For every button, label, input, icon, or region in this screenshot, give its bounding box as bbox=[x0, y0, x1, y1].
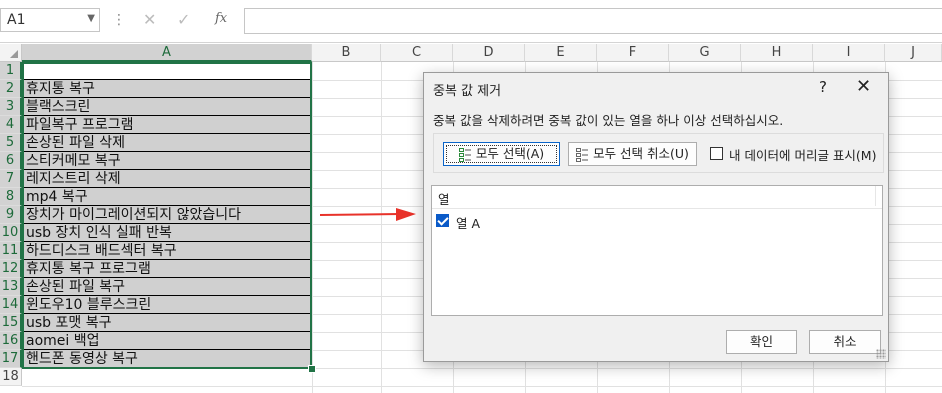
row-header-2[interactable]: 2 bbox=[0, 80, 22, 98]
row-header-8[interactable]: 8 bbox=[0, 188, 22, 206]
row-header-4[interactable]: 4 bbox=[0, 116, 22, 134]
cell-a11[interactable]: 하드디스크 배드섹터 복구 bbox=[22, 242, 312, 260]
cell-a13[interactable]: 손상된 파일 복구 bbox=[22, 278, 312, 296]
row-header-18[interactable]: 18 bbox=[0, 368, 22, 386]
unselect-all-icon bbox=[576, 147, 589, 162]
dialog-title: 중복 값 제거 bbox=[433, 84, 502, 99]
cell-a5[interactable]: 손상된 파일 삭제 bbox=[22, 134, 312, 152]
cell-a2[interactable]: 휴지통 복구 bbox=[22, 80, 312, 98]
cell-a6[interactable]: 스티커메모 복구 bbox=[22, 152, 312, 170]
column-header-c[interactable]: C bbox=[381, 44, 453, 62]
row-header-3[interactable]: 3 bbox=[0, 98, 22, 116]
annotation-arrow-icon bbox=[320, 208, 416, 221]
cell-a8[interactable]: mp4 복구 bbox=[22, 188, 312, 206]
cell-a3[interactable]: 블랙스크린 bbox=[22, 98, 312, 116]
fill-handle[interactable] bbox=[308, 365, 316, 373]
cell-a4[interactable]: 파일복구 프로그램 bbox=[22, 116, 312, 134]
column-header-j[interactable]: J bbox=[885, 44, 942, 62]
columns-list-header: 열 bbox=[432, 186, 882, 209]
formula-bar: A1 ▼ ⋮ ✕ ✓ fx bbox=[0, 0, 942, 43]
column-header-f[interactable]: F bbox=[597, 44, 669, 62]
row-header-12[interactable]: 12 bbox=[0, 260, 22, 278]
unselect-all-label: 모두 선택 취소(U) bbox=[593, 146, 689, 161]
row-header-9[interactable]: 9 bbox=[0, 206, 22, 224]
remove-duplicates-dialog: 중복 값 제거 ? ✕ 중복 값을 삭제하려면 중복 값이 있는 열을 하나 이… bbox=[423, 72, 889, 362]
select-all-label: 모두 선택(A) bbox=[475, 146, 545, 161]
drag-handle-icon[interactable]: ⋮ bbox=[112, 12, 126, 28]
cell-a15[interactable]: usb 포맷 복구 bbox=[22, 314, 312, 332]
select-all-corner[interactable] bbox=[0, 44, 22, 62]
cell-a16[interactable]: aomei 백업 bbox=[22, 332, 312, 350]
enter-check-icon[interactable]: ✓ bbox=[177, 10, 190, 29]
formula-input[interactable] bbox=[244, 8, 942, 34]
row-header-1[interactable]: 1 bbox=[0, 62, 22, 80]
row-header-5[interactable]: 5 bbox=[0, 134, 22, 152]
insert-function-icon[interactable]: fx bbox=[215, 11, 227, 26]
row-header-17[interactable]: 17 bbox=[0, 350, 22, 368]
row-header-6[interactable]: 6 bbox=[0, 152, 22, 170]
row-header-15[interactable]: 15 bbox=[0, 314, 22, 332]
unselect-all-button[interactable]: 모두 선택 취소(U) bbox=[568, 142, 697, 166]
column-header-d[interactable]: D bbox=[453, 44, 525, 62]
help-icon[interactable]: ? bbox=[819, 78, 827, 96]
selection-controls-group: 모두 선택(A) 모두 선택 취소(U) 내 데이터에 머리글 표시(M) bbox=[433, 133, 884, 173]
list-header-divider bbox=[875, 186, 882, 206]
column-a-checkbox[interactable] bbox=[436, 214, 449, 227]
headers-checkbox[interactable] bbox=[710, 147, 723, 160]
row-header-13[interactable]: 13 bbox=[0, 278, 22, 296]
ok-button[interactable]: 확인 bbox=[726, 330, 797, 354]
cell-a10[interactable]: usb 장치 인식 실패 반복 bbox=[22, 224, 312, 242]
column-header-g[interactable]: G bbox=[669, 44, 741, 62]
close-icon[interactable]: ✕ bbox=[856, 76, 871, 97]
cell-a7[interactable]: 레지스트리 삭제 bbox=[22, 170, 312, 188]
chevron-down-icon[interactable]: ▼ bbox=[87, 13, 95, 24]
column-header-h[interactable]: H bbox=[741, 44, 813, 62]
select-all-button[interactable]: 모두 선택(A) bbox=[443, 142, 560, 166]
name-box[interactable]: A1 ▼ bbox=[0, 8, 100, 32]
cancel-icon[interactable]: ✕ bbox=[143, 10, 156, 29]
cell-a14[interactable]: 윈도우10 블루스크린 bbox=[22, 296, 312, 314]
column-a-label: 열 A bbox=[456, 216, 481, 231]
cell-a18[interactable] bbox=[22, 368, 312, 386]
row-header-11[interactable]: 11 bbox=[0, 242, 22, 260]
columns-list-header-label: 열 bbox=[438, 192, 450, 207]
column-header-i[interactable]: I bbox=[813, 44, 885, 62]
cell-a17[interactable]: 핸드폰 동영상 복구 bbox=[22, 350, 312, 368]
cell-a1[interactable] bbox=[22, 62, 312, 80]
cell-a12[interactable]: 휴지통 복구 프로그램 bbox=[22, 260, 312, 278]
column-header-e[interactable]: E bbox=[525, 44, 597, 62]
headers-checkbox-label[interactable]: 내 데이터에 머리글 표시(M) bbox=[729, 145, 876, 164]
row-header-16[interactable]: 16 bbox=[0, 332, 22, 350]
row-header-14[interactable]: 14 bbox=[0, 296, 22, 314]
name-box-value: A1 bbox=[7, 12, 26, 28]
cell-a9[interactable]: 장치가 마이그레이션되지 않았습니다 bbox=[22, 206, 312, 224]
column-header-a[interactable]: A bbox=[22, 44, 312, 62]
resize-grip[interactable] bbox=[876, 349, 886, 359]
row-header-10[interactable]: 10 bbox=[0, 224, 22, 242]
row-header-7[interactable]: 7 bbox=[0, 170, 22, 188]
dialog-description: 중복 값을 삭제하려면 중복 값이 있는 열을 하나 이상 선택하십시오. bbox=[433, 113, 784, 128]
column-header-b[interactable]: B bbox=[312, 44, 381, 62]
columns-listbox[interactable]: 열 열 A bbox=[431, 185, 883, 316]
select-all-icon bbox=[458, 147, 471, 162]
cancel-button[interactable]: 취소 bbox=[809, 330, 881, 354]
